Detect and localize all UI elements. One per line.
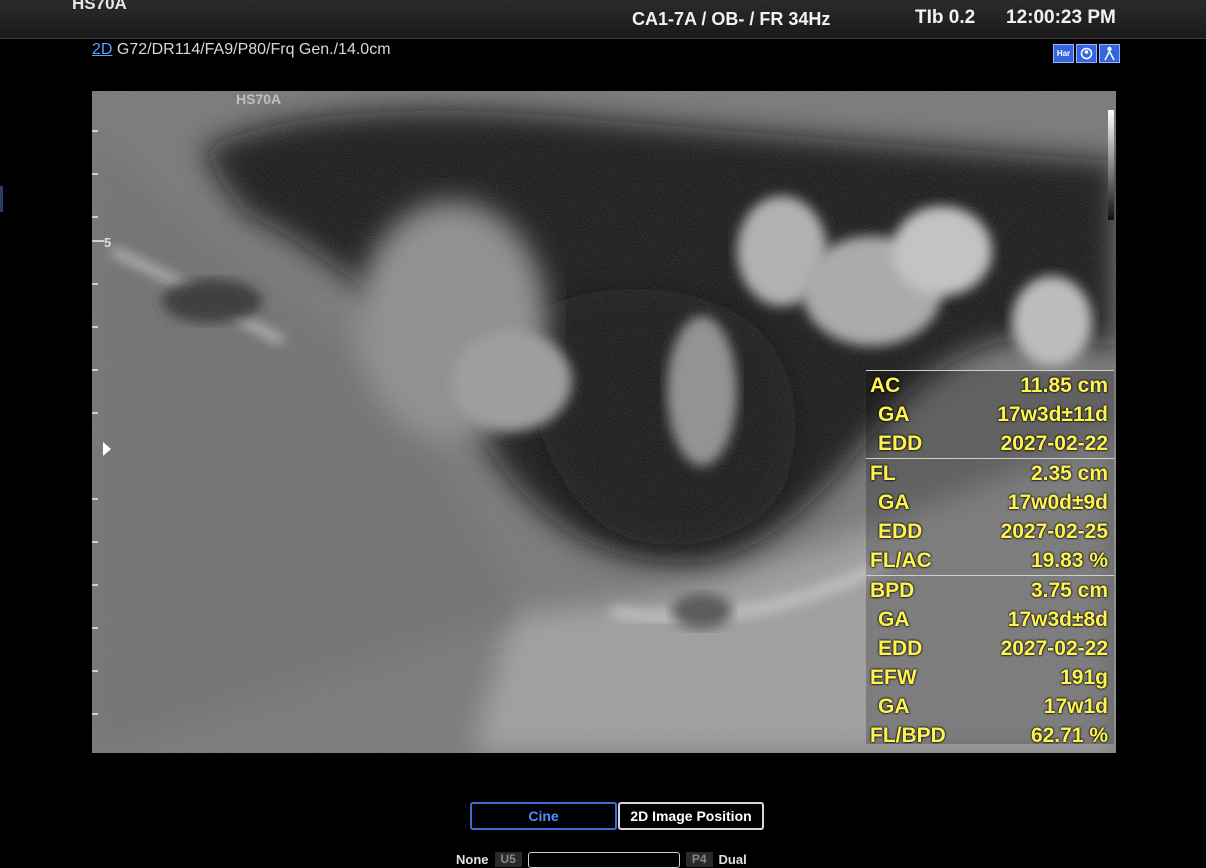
u5-tag: U5	[494, 852, 522, 867]
control-slot[interactable]	[527, 851, 680, 868]
measurement-row: GA 17w1d	[878, 695, 1108, 718]
harmonic-icon: Har	[1053, 44, 1074, 63]
image-watermark: HS70A	[236, 91, 282, 107]
measurement-row: GA 17w3d±11d	[878, 403, 1108, 426]
measurement-row: FL/AC 19.83 %	[870, 549, 1108, 572]
bottom-control-row: None U5 P4 Dual	[456, 851, 747, 868]
depth-tick	[92, 541, 98, 543]
depth-tick	[92, 412, 98, 414]
measurement-row: GA 17w3d±8d	[878, 608, 1108, 631]
measurement-row: BPD 3.75 cm	[870, 579, 1108, 602]
image-position-button[interactable]: 2D Image Position	[618, 802, 764, 830]
depth-tick	[92, 369, 98, 371]
depth-tick	[92, 240, 104, 242]
cine-button[interactable]: Cine	[470, 802, 617, 830]
measurement-row: GA 17w0d±9d	[878, 491, 1108, 514]
focus-marker-icon[interactable]	[103, 442, 111, 456]
imaging-parameters: 2D G72/DR114/FA9/P80/Frq Gen./14.0cm	[92, 41, 391, 59]
measurement-row: EDD 2027-02-22	[878, 432, 1108, 455]
probe-info: CA1-7A / OB- / FR 34Hz	[632, 9, 831, 29]
dual-label[interactable]: Dual	[719, 852, 747, 867]
clock: 12:00:23 PM	[1006, 7, 1116, 28]
depth-tick	[92, 584, 98, 586]
depth-label: 5	[104, 235, 112, 250]
hud-icons: Har	[1053, 44, 1120, 63]
depth-tick	[92, 627, 98, 629]
depth-tick	[92, 498, 98, 500]
measurement-group-bpd: BPD 3.75 cm GA 17w3d±8d EDD 2027-02-22 EFW 1…	[866, 575, 1114, 750]
depth-scale	[92, 100, 106, 750]
measurement-group-fl: FL 2.35 cm GA 17w0d±9d EDD 2027-02-25 FL/AC…	[866, 458, 1114, 575]
mode-2d-link[interactable]: 2D	[92, 41, 112, 58]
measurement-panel: AC 11.85 cm GA 17w3d±11d EDD 2027-02-22 FL 2…	[866, 370, 1114, 747]
none-label[interactable]: None	[456, 852, 489, 867]
side-indicator	[0, 186, 3, 212]
depth-tick	[92, 173, 98, 175]
device-model: HS70A	[72, 0, 127, 13]
depth-tick	[92, 326, 98, 328]
measurement-row: EDD 2027-02-25	[878, 520, 1108, 543]
fetal-icon	[1076, 44, 1097, 63]
depth-tick	[92, 130, 98, 132]
parameter-values: G72/DR114/FA9/P80/Frq Gen./14.0cm	[116, 41, 391, 58]
depth-tick	[92, 216, 98, 218]
measurement-row: FL/BPD 62.71 %	[870, 724, 1108, 747]
depth-tick	[92, 713, 98, 715]
measurement-row: FL 2.35 cm	[870, 462, 1108, 485]
person-icon	[1099, 44, 1120, 63]
depth-tick	[92, 283, 98, 285]
measurement-row: AC 11.85 cm	[870, 374, 1108, 397]
depth-tick	[92, 670, 98, 672]
measurement-group-ac: AC 11.85 cm GA 17w3d±11d EDD 2027-02-22	[866, 370, 1114, 458]
thermal-index: TIb 0.2	[915, 7, 976, 28]
measurement-row: EDD 2027-02-22	[878, 637, 1108, 660]
p4-tag: P4	[685, 852, 713, 867]
grayscale-bar	[1108, 110, 1114, 220]
status-bar: HS70A CA1-7A / OB- / FR 34Hz TIb 0.2 12:…	[0, 0, 1206, 39]
measurement-row: EFW 191g	[870, 666, 1108, 689]
